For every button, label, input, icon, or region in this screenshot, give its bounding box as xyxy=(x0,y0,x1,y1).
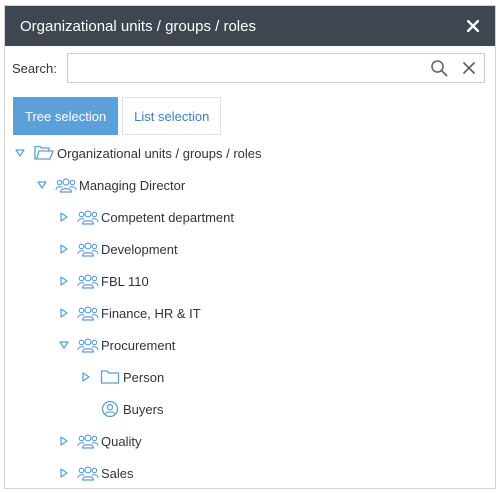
tree-node-label: Buyers xyxy=(123,401,164,417)
search-row: Search: xyxy=(5,53,495,85)
folder-open-icon xyxy=(33,144,55,162)
collapsed-triangle-icon[interactable] xyxy=(57,434,71,448)
tree-node-finance-hr-it[interactable]: Finance, HR & IT xyxy=(57,300,201,326)
tree-node-quality[interactable]: Quality xyxy=(57,428,141,454)
dialog-titlebar: Organizational units / groups / roles xyxy=(5,6,495,46)
collapsed-triangle-icon[interactable] xyxy=(57,306,71,320)
collapsed-triangle-icon[interactable] xyxy=(57,466,71,480)
tree-node-development[interactable]: Development xyxy=(57,236,178,262)
tree-node-label: Development xyxy=(101,241,178,257)
group-icon xyxy=(77,432,99,450)
group-icon xyxy=(77,208,99,226)
close-icon xyxy=(467,20,479,32)
expanded-triangle-icon[interactable] xyxy=(35,178,49,192)
expanded-triangle-icon[interactable] xyxy=(57,338,71,352)
tree-node-managing-director[interactable]: Managing Director xyxy=(35,172,185,198)
dialog-title: Organizational units / groups / roles xyxy=(20,17,256,35)
org-units-dialog: Organizational units / groups / roles Se… xyxy=(4,5,496,489)
search-icon[interactable] xyxy=(430,59,448,77)
tree-node-label: FBL 110 xyxy=(101,273,149,289)
tree-node-label: Competent department xyxy=(101,209,234,225)
tree-node-label: Procurement xyxy=(101,337,176,353)
close-button[interactable] xyxy=(463,16,483,36)
tree-node-competent-department[interactable]: Competent department xyxy=(57,204,234,230)
tree-node-fbl-110[interactable]: FBL 110 xyxy=(57,268,149,294)
group-icon xyxy=(77,464,99,482)
tree-node-label: Quality xyxy=(101,433,142,449)
collapsed-triangle-icon[interactable] xyxy=(57,210,71,224)
search-label: Search: xyxy=(12,61,57,76)
group-icon xyxy=(55,176,77,194)
tree-node-sales[interactable]: Sales xyxy=(57,460,134,486)
role-icon xyxy=(99,400,121,418)
search-box xyxy=(67,53,485,83)
tree-node-label: Person xyxy=(123,369,165,385)
tab-tree-selection[interactable]: Tree selection xyxy=(13,97,119,135)
tree-node-buyers[interactable]: Buyers xyxy=(79,396,163,422)
group-icon xyxy=(77,240,99,258)
tree-node-person[interactable]: Person xyxy=(79,364,164,390)
collapsed-triangle-icon[interactable] xyxy=(57,274,71,288)
tree-node-root[interactable]: Organizational units / groups / roles xyxy=(13,140,262,166)
tree-node-label: Finance, HR & IT xyxy=(101,305,201,321)
group-icon xyxy=(77,272,99,290)
tree-node-procurement[interactable]: Procurement xyxy=(57,332,175,358)
tree-node-label: Sales xyxy=(101,465,134,481)
collapsed-triangle-icon[interactable] xyxy=(57,242,71,256)
group-icon xyxy=(77,336,99,354)
collapsed-triangle-icon[interactable] xyxy=(79,370,93,384)
tree-node-label: Organizational units / groups / roles xyxy=(57,145,262,161)
clear-icon[interactable] xyxy=(462,61,476,75)
tree-node-label: Managing Director xyxy=(79,177,186,193)
search-input[interactable] xyxy=(68,54,430,82)
tab-list-selection[interactable]: List selection xyxy=(122,97,222,135)
selection-tabs: Tree selection List selection xyxy=(13,97,222,135)
group-icon xyxy=(77,304,99,322)
expanded-triangle-icon[interactable] xyxy=(13,146,27,160)
folder-icon xyxy=(99,368,121,386)
